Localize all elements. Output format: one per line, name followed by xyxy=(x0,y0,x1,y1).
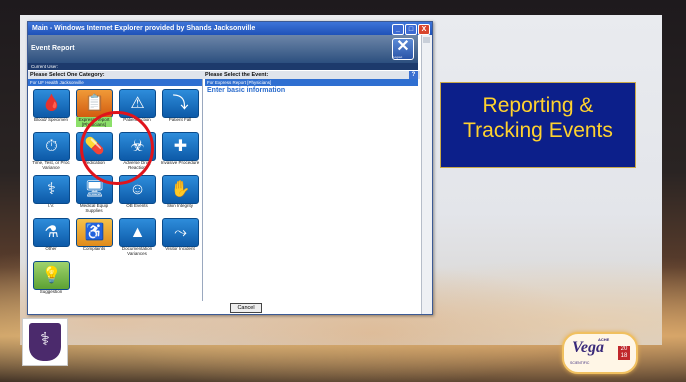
category-label: Patient Fall xyxy=(168,117,192,122)
category-label: Skin Integrity xyxy=(166,203,193,208)
minimize-button[interactable]: _ xyxy=(392,24,404,35)
category-alert-triangle[interactable]: ▲ Documentation Variances xyxy=(116,218,158,262)
category-pane-header: For UF Health Jacksonville xyxy=(28,79,202,86)
category-tile[interactable]: ⤵ xyxy=(162,89,199,118)
vega-logo: Vega ACHE SCIENTIFIC 20 18 xyxy=(562,332,638,374)
category-prompt: Please Select One Category: xyxy=(30,72,105,78)
surgery-icon: ✚ xyxy=(173,138,188,155)
scrollbar-thumb[interactable] xyxy=(423,37,430,43)
category-label: Suggestion xyxy=(39,289,63,294)
category-tile[interactable]: ⏱ xyxy=(33,132,70,161)
category-label: OB Events xyxy=(126,203,148,208)
category-label: Complaints xyxy=(82,246,106,251)
crest-shield: ⚕ xyxy=(29,323,61,361)
window-title: Main - Windows Internet Explorer provide… xyxy=(32,25,256,32)
visitor-fall-icon: ⤳ xyxy=(174,224,187,241)
vertical-scrollbar[interactable] xyxy=(421,35,432,314)
category-wheelchair[interactable]: ♿ Complaints xyxy=(73,218,115,262)
category-label: Medical Equip Supplies xyxy=(79,203,109,213)
vega-logo-sub: SCIENTIFIC xyxy=(570,361,590,365)
category-label: Blood/ Specimen xyxy=(33,117,69,122)
category-tile[interactable]: ✋ xyxy=(162,175,199,204)
category-skin[interactable]: ✋ Skin Integrity xyxy=(159,175,201,219)
iv-pole-icon: ⚕ xyxy=(47,181,56,198)
category-iv-pole[interactable]: ⚕ I.V. xyxy=(30,175,72,219)
help-button[interactable]: ? xyxy=(409,71,418,79)
page-title: Event Report xyxy=(31,45,75,52)
category-procedure[interactable]: ⏱ Time, Test, or Proc Variance xyxy=(30,132,72,176)
category-blood-bag[interactable]: 🩸 Blood/ Specimen xyxy=(30,89,72,133)
ie-title-bar: Main - Windows Internet Explorer provide… xyxy=(28,22,432,35)
procedure-icon: ⏱ xyxy=(45,138,58,155)
highlight-circle xyxy=(80,111,154,185)
ie-window: Main - Windows Internet Explorer provide… xyxy=(27,21,433,315)
fall-icon: ⤵ xyxy=(172,95,189,112)
category-fall[interactable]: ⤵ Patient Fall xyxy=(159,89,201,133)
event-prompt: Please Select the Event: xyxy=(205,72,269,78)
callout-title: Reporting & Tracking Events xyxy=(463,94,613,142)
lab-flask-icon: ⚗ xyxy=(44,224,59,241)
category-surgery[interactable]: ✚ Invasive Procedure xyxy=(159,132,201,176)
university-crest-logo: ⚕ xyxy=(22,318,68,366)
prompt-row: Please Select One Category: Please Selec… xyxy=(28,71,420,79)
category-label: Visitor Incident xyxy=(165,246,195,251)
category-tile[interactable]: ⚗ xyxy=(33,218,70,247)
window-controls: _ □ X xyxy=(392,24,430,35)
category-label: Other xyxy=(45,246,57,251)
event-instructions: Enter basic information xyxy=(207,87,286,94)
category-label: Time, Test, or Proc Variance xyxy=(32,160,70,170)
cancel-button[interactable]: Cancel xyxy=(230,303,262,313)
category-tile[interactable]: ⚕ xyxy=(33,175,70,204)
category-label: I.V. xyxy=(47,203,55,208)
category-tile[interactable]: ♿ xyxy=(76,218,113,247)
logout-label: Logout xyxy=(393,55,403,59)
vega-logo-small: ACHE xyxy=(598,337,610,342)
wheelchair-icon: ♿ xyxy=(84,224,105,241)
category-tile[interactable]: ⤳ xyxy=(162,218,199,247)
category-lightbulb[interactable]: 💡 Suggestion xyxy=(30,261,72,305)
vega-logo-badge: 20 18 xyxy=(618,346,630,360)
category-label: Documentation Variances xyxy=(121,246,153,256)
category-lab-flask[interactable]: ⚗ Other xyxy=(30,218,72,262)
lightbulb-icon: 💡 xyxy=(41,267,62,284)
category-tile[interactable]: 💡 xyxy=(33,261,70,290)
app-header: Event Report xyxy=(28,35,418,63)
caduceus-icon: ⚕ xyxy=(40,329,50,349)
event-pane: For Express Report [Physicians] Enter ba… xyxy=(205,79,418,301)
close-button[interactable]: X xyxy=(418,24,430,35)
current-user-bar: Current User: xyxy=(28,63,418,70)
event-pane-header: For Express Report [Physicians] xyxy=(205,79,418,86)
maximize-button[interactable]: □ xyxy=(405,24,417,35)
alert-triangle-icon: ▲ xyxy=(129,224,146,241)
skin-icon: ✋ xyxy=(170,181,191,198)
category-label: Invasive Procedure xyxy=(160,160,200,165)
category-visitor-fall[interactable]: ⤳ Visitor Incident xyxy=(159,218,201,262)
category-tile[interactable]: ✚ xyxy=(162,132,199,161)
category-tile[interactable]: 🩸 xyxy=(33,89,70,118)
current-user-label: Current User: xyxy=(31,64,59,69)
category-tile[interactable]: ▲ xyxy=(119,218,156,247)
blood-bag-icon: 🩸 xyxy=(41,95,62,112)
callout-box: Reporting & Tracking Events xyxy=(440,82,636,168)
